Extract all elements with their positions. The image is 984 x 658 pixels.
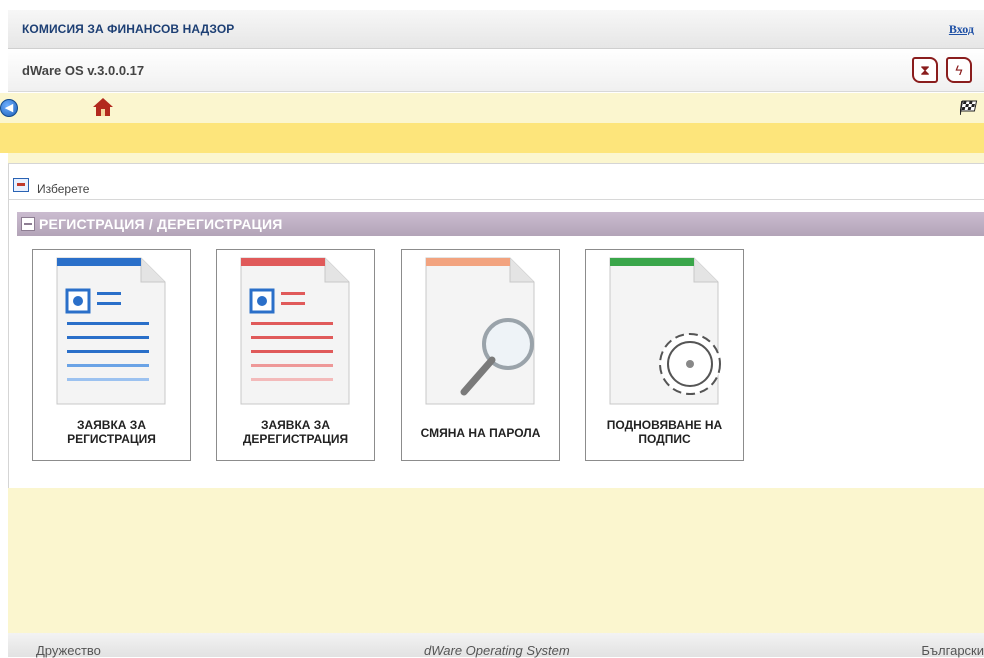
spacer [8, 153, 984, 163]
lightning-icon[interactable]: ϟ [946, 57, 972, 83]
tile-label: ЗАЯВКА ЗА ДЕРЕГИСТРАЦИЯ [242, 418, 349, 446]
footer-language[interactable]: Български [921, 643, 984, 658]
footer-system: dWare Operating System [424, 643, 570, 658]
version-label: dWare OS v.3.0.0.17 [22, 63, 145, 78]
section-title: РЕГИСТРАЦИЯ / ДЕРЕГИСТРАЦИЯ [39, 216, 283, 232]
version-bar: dWare OS v.3.0.0.17 ⧗ ϟ [8, 49, 984, 92]
checkered-flag-icon[interactable] [960, 99, 978, 115]
login-link[interactable]: Вход [949, 22, 974, 37]
tile-label: СМЯНА НА ПАРОЛА [420, 426, 541, 440]
collapse-icon[interactable] [21, 217, 35, 231]
footer-company[interactable]: Дружество [36, 643, 101, 658]
registration-document-icon [56, 257, 166, 405]
footer-bar: Дружество dWare Operating System Българс… [8, 633, 984, 658]
tile-deregistration[interactable]: ЗАЯВКА ЗА ДЕРЕГИСТРАЦИЯ [216, 249, 375, 461]
message-bar [0, 123, 984, 153]
password-search-icon [425, 257, 535, 405]
hourglass-icon[interactable]: ⧗ [912, 57, 938, 83]
tile-label: ПОДНОВЯВАНЕ НА ПОДПИС [606, 418, 723, 446]
deregistration-document-icon [240, 257, 350, 405]
tile-renew-signature[interactable]: ПОДНОВЯВАНЕ НА ПОДПИС [585, 249, 744, 461]
toolbar: ◀ [0, 93, 984, 123]
window-icon [13, 178, 29, 192]
signature-settings-icon [609, 257, 721, 405]
home-icon[interactable] [92, 97, 114, 117]
back-icon[interactable]: ◀ [0, 99, 18, 117]
choose-row: Изберете [9, 172, 984, 200]
org-title: КОМИСИЯ ЗА ФИНАНСОВ НАДЗОР [22, 22, 235, 36]
choose-label: Изберете [37, 182, 90, 196]
footer: Дружество dWare Operating System Българс… [8, 633, 984, 658]
tile-change-password[interactable]: СМЯНА НА ПАРОЛА [401, 249, 560, 461]
tile-label: ЗАЯВКА ЗА РЕГИСТРАЦИЯ [67, 418, 156, 446]
section-header[interactable]: РЕГИСТРАЦИЯ / ДЕРЕГИСТРАЦИЯ [17, 212, 984, 236]
content-background [8, 488, 984, 633]
tile-registration[interactable]: ЗАЯВКА ЗА РЕГИСТРАЦИЯ [32, 249, 191, 461]
main-panel: Изберете РЕГИСТРАЦИЯ / ДЕРЕГИСТРАЦИЯ ЗАЯ… [8, 163, 984, 489]
top-header: КОМИСИЯ ЗА ФИНАНСОВ НАДЗОР Вход [8, 10, 984, 49]
